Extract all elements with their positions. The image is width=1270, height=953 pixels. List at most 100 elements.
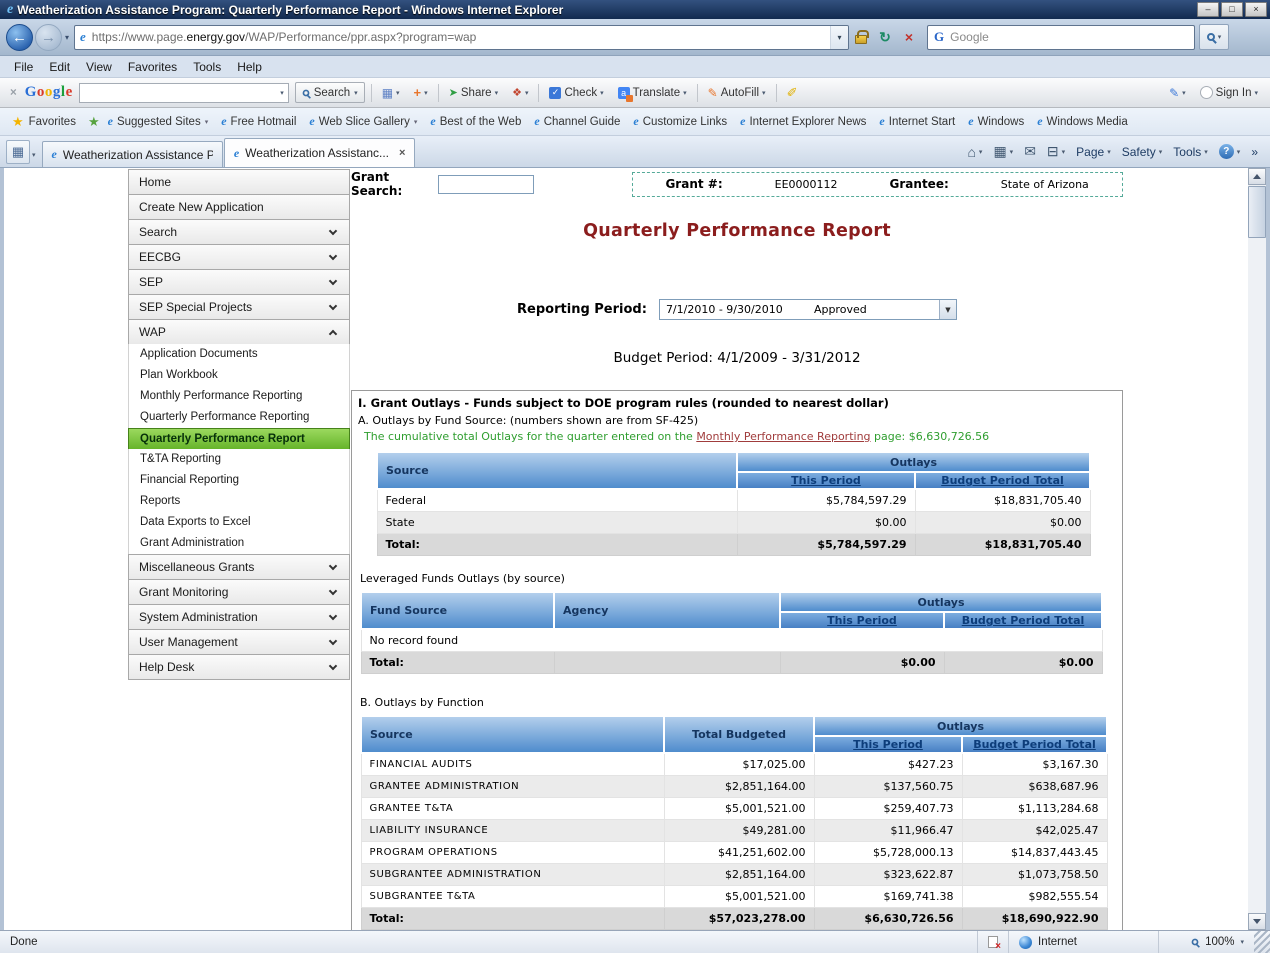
quick-tabs-button[interactable]: ▦	[6, 140, 30, 164]
quick-tabs-caret-icon[interactable]: ▾	[32, 151, 36, 159]
nav-history-caret-icon[interactable]: ▾	[65, 33, 69, 42]
favorite-item[interactable]: e Internet Explorer News ▾	[740, 114, 866, 129]
favorite-item[interactable]: e Web Slice Gallery ▾	[309, 114, 417, 129]
page-rank-button[interactable]: ▦▾	[378, 82, 404, 104]
zoom-control[interactable]: 100% ▾	[1158, 931, 1254, 953]
tools-menu[interactable]: Tools▾	[1173, 145, 1208, 159]
sidebar-item[interactable]: Create New Application	[128, 194, 350, 220]
menu-item[interactable]: Favorites	[120, 58, 185, 76]
sidebar-item[interactable]: SEP Special Projects	[128, 294, 350, 320]
menu-item[interactable]: Edit	[41, 58, 78, 76]
budget-period-total-link[interactable]: Budget Period Total	[941, 474, 1064, 487]
sidebar-item[interactable]: T&TA Reporting	[128, 449, 350, 471]
col-header-this-period[interactable]: This Period	[814, 736, 962, 753]
forward-button[interactable]: →	[35, 24, 62, 51]
col-header-budget-period-total[interactable]: Budget Period Total	[944, 612, 1102, 629]
sidebar-item[interactable]: Data Exports to Excel	[128, 512, 350, 534]
reporting-period-select[interactable]: 7/1/2010 - 9/30/2010 Approved ▼	[659, 299, 957, 320]
close-toolbar-icon[interactable]: ×	[8, 87, 19, 99]
google-search-caret-icon[interactable]: ▾	[276, 89, 288, 97]
home-button[interactable]: ⌂▾	[967, 144, 982, 160]
sidebar-item[interactable]: Quarterly Performance Reporting	[128, 407, 350, 429]
browser-search-input[interactable]: G Google	[927, 25, 1195, 50]
bookmark-button[interactable]: ❖▾	[508, 82, 532, 104]
address-dropdown-caret-icon[interactable]: ▾	[830, 26, 848, 49]
maximize-button[interactable]: □	[1221, 2, 1243, 17]
favorite-item[interactable]: e Best of the Web ▾	[430, 114, 521, 129]
add-favorite-button[interactable]: ★	[86, 112, 102, 132]
menu-item[interactable]: Help	[229, 58, 270, 76]
address-input[interactable]: e https://www.page.energy.gov/WAP/Perfor…	[74, 25, 849, 50]
page-menu[interactable]: Page▾	[1076, 145, 1111, 159]
refresh-button[interactable]: ↻	[873, 24, 897, 50]
autofill-button[interactable]: ✎AutoFill▾	[704, 82, 770, 104]
budget-period-total-link[interactable]: Budget Period Total	[962, 614, 1085, 627]
col-header-budget-period-total[interactable]: Budget Period Total	[962, 736, 1107, 753]
sidebar-item[interactable]: Financial Reporting	[128, 470, 350, 492]
sidebar-item[interactable]: Application Documents	[128, 344, 350, 366]
sidebar-item[interactable]: Grant Administration	[128, 533, 350, 555]
monthly-performance-reporting-link[interactable]: Monthly Performance Reporting	[696, 430, 870, 443]
col-header-this-period[interactable]: This Period	[737, 472, 915, 489]
sidebar-item[interactable]: Help Desk	[128, 654, 350, 680]
translate-button[interactable]: aTranslate▾	[614, 82, 691, 104]
help-button[interactable]: ?▾	[1219, 144, 1241, 159]
toolbar-options-button[interactable]: ✎▾	[1165, 82, 1190, 104]
browser-tab[interactable]: e Weatherization Assistance P... ×	[42, 141, 223, 167]
safety-menu[interactable]: Safety▾	[1122, 145, 1163, 159]
sidebar-item[interactable]: Plan Workbook	[128, 365, 350, 387]
tab-close-icon[interactable]: ×	[399, 147, 405, 159]
feeds-button[interactable]: ▦▾	[993, 143, 1013, 160]
google-search-input[interactable]: ▾	[79, 83, 289, 103]
vertical-scrollbar[interactable]	[1248, 168, 1266, 930]
sidebar-item[interactable]: Miscellaneous Grants	[128, 554, 350, 580]
favorite-item[interactable]: e Windows ▾	[968, 114, 1024, 129]
sidebar-item[interactable]: Reports	[128, 491, 350, 513]
grant-search-input[interactable]	[438, 175, 534, 194]
share-button[interactable]: ➤Share▾	[445, 82, 502, 104]
more-commands-button[interactable]: »	[1251, 145, 1258, 159]
this-period-link[interactable]: This Period	[791, 474, 861, 487]
search-options-caret-icon[interactable]: ▾	[1218, 33, 1222, 41]
favorite-item[interactable]: e Windows Media ▾	[1037, 114, 1128, 129]
google-toolbar-logo[interactable]: Google	[25, 84, 73, 101]
highlighter-button[interactable]: ✐	[783, 82, 802, 104]
sidebar-item[interactable]: SEP	[128, 269, 350, 295]
sidebar-item[interactable]: User Management	[128, 629, 350, 655]
security-report-button[interactable]	[849, 24, 873, 50]
col-header-this-period[interactable]: This Period	[780, 612, 944, 629]
sidebar-item[interactable]: System Administration	[128, 604, 350, 630]
sidebar-item[interactable]: WAP	[128, 319, 350, 345]
sidebar-item[interactable]: Search	[128, 219, 350, 245]
sidebar-item[interactable]: Monthly Performance Reporting	[128, 386, 350, 408]
scroll-up-button[interactable]	[1248, 168, 1266, 185]
google-search-button[interactable]: Search ▾	[295, 82, 365, 103]
sidebar-item[interactable]: EECBG	[128, 244, 350, 270]
minimize-button[interactable]: –	[1197, 2, 1219, 17]
resize-grip[interactable]	[1254, 931, 1270, 953]
favorite-item[interactable]: e Channel Guide ▾	[534, 114, 620, 129]
browser-tab[interactable]: e Weatherization Assistanc... ×	[224, 138, 416, 167]
back-button[interactable]: ←	[6, 24, 33, 51]
scroll-down-button[interactable]	[1248, 913, 1266, 930]
search-go-button[interactable]: ▾	[1199, 24, 1229, 50]
menu-item[interactable]: View	[78, 58, 120, 76]
sidebar-item[interactable]: Grant Monitoring	[128, 579, 350, 605]
favorites-button[interactable]: ★ Favorites	[8, 112, 80, 132]
favorite-item[interactable]: e Internet Start ▾	[879, 114, 955, 129]
this-period-link[interactable]: This Period	[827, 614, 897, 627]
sidebar-item[interactable]: Quarterly Performance Report	[128, 428, 350, 450]
spell-check-button[interactable]: ✓Check▾	[545, 82, 607, 104]
print-button[interactable]: ⊟▾	[1047, 143, 1065, 160]
col-header-budget-period-total[interactable]: Budget Period Total	[915, 472, 1090, 489]
this-period-link[interactable]: This Period	[853, 738, 923, 751]
favorite-item[interactable]: e Suggested Sites ▾	[108, 114, 209, 129]
close-button[interactable]: ×	[1245, 2, 1267, 17]
read-mail-button[interactable]: ✉	[1024, 143, 1036, 160]
stop-button[interactable]: ×	[897, 24, 921, 50]
add-gadget-button[interactable]: +▾	[410, 82, 432, 104]
scrollbar-thumb[interactable]	[1248, 186, 1266, 238]
favorite-item[interactable]: e Free Hotmail ▾	[221, 114, 296, 129]
menu-item[interactable]: File	[6, 58, 41, 76]
budget-period-total-link[interactable]: Budget Period Total	[973, 738, 1096, 751]
